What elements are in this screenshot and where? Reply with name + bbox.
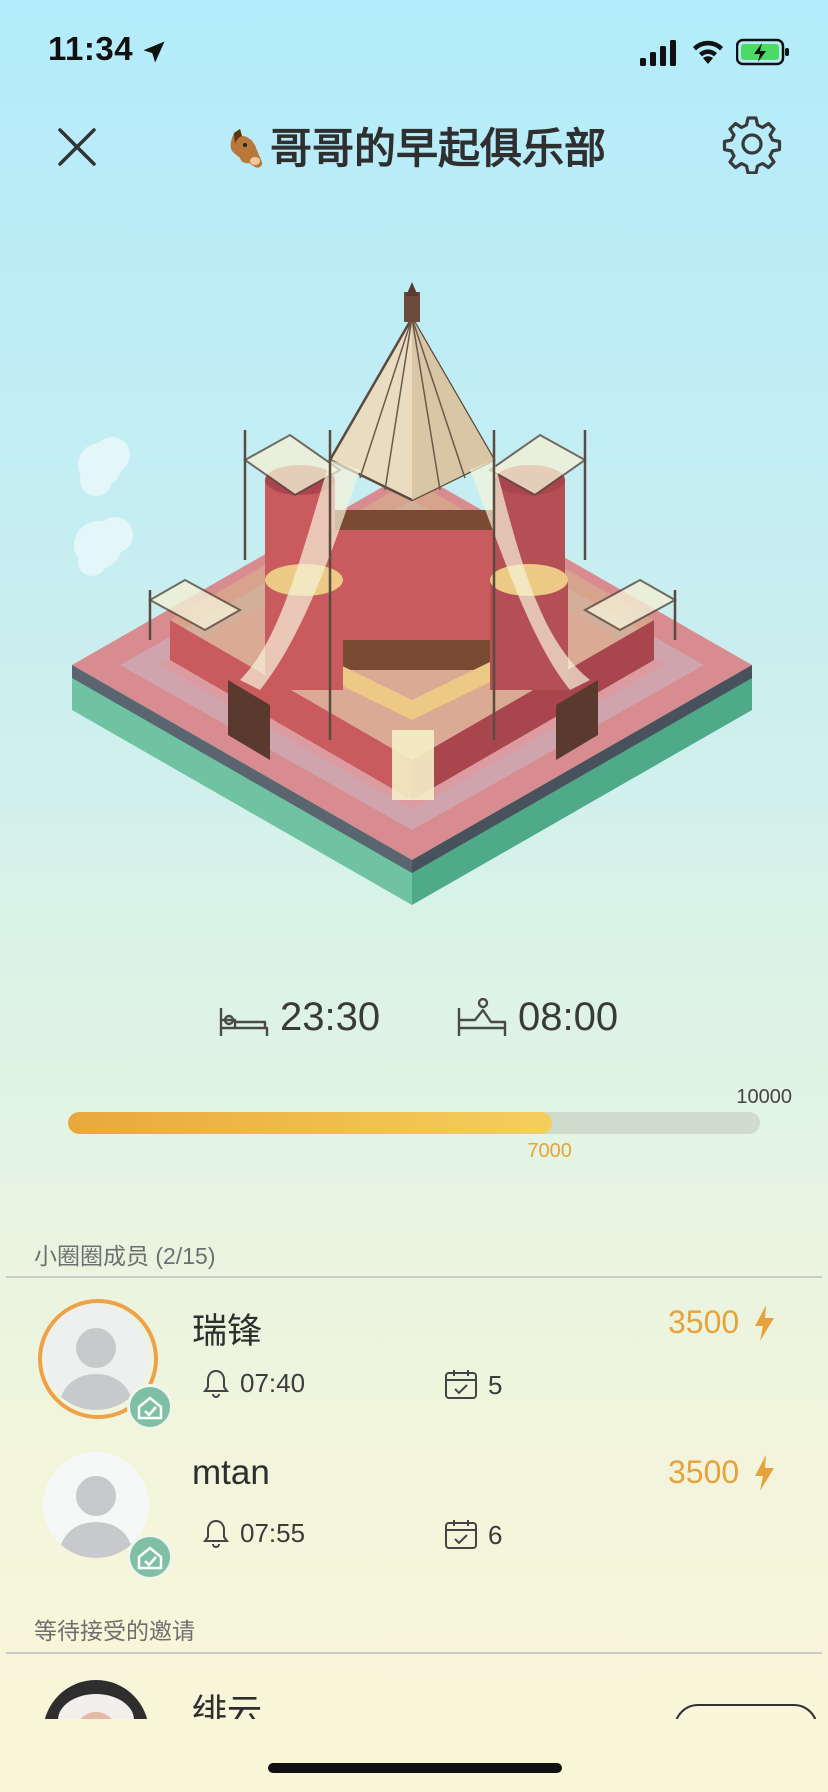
lightning-icon — [755, 1455, 774, 1491]
member-checkins: 5 — [444, 1368, 502, 1401]
member-alarm: 07:40 — [202, 1368, 305, 1399]
member-name: mtan — [192, 1453, 270, 1492]
progress-bar — [68, 1112, 760, 1134]
invites-divider — [6, 1652, 822, 1654]
cellular-signal-icon — [640, 40, 676, 66]
settings-gear-button[interactable] — [722, 114, 782, 174]
member-row[interactable]: mtan 3500 07:55 6 — [0, 1440, 828, 1590]
members-divider — [6, 1276, 822, 1278]
progress-bar-fill — [68, 1112, 553, 1134]
progress-max-label: 10000 — [736, 1086, 792, 1108]
bed-icon — [219, 1008, 269, 1036]
member-alarm-time: 07:55 — [240, 1518, 306, 1548]
invite-row[interactable]: 绯云 — [0, 1662, 828, 1719]
invite-action-button[interactable] — [674, 1704, 818, 1719]
lightning-icon — [755, 1305, 774, 1341]
status-time: 11:34 — [48, 30, 134, 67]
bedtime-value: 23:30 — [280, 995, 381, 1039]
page-title-text: 哥哥的早起俱乐部 — [269, 125, 606, 172]
members-section-label: 小圈圈成员 (2/15) — [34, 1243, 216, 1269]
bedtime-display: 23:30 — [218, 995, 380, 1040]
location-arrow-icon — [143, 41, 165, 63]
member-checkin-count: 5 — [488, 1370, 503, 1400]
wake-time-value: 08:00 — [518, 995, 619, 1039]
invites-section-label: 等待接受的邀请 — [34, 1618, 195, 1644]
progress-current-label: 7000 — [527, 1140, 572, 1162]
member-checkin-count: 6 — [488, 1520, 503, 1550]
home-indicator[interactable] — [268, 1763, 562, 1773]
calendar-check-icon — [445, 1370, 477, 1399]
member-checkins: 6 — [444, 1518, 502, 1551]
wifi-icon — [693, 40, 723, 64]
battery-charging-icon — [736, 38, 789, 66]
member-row[interactable]: 瑞锋 3500 07:40 5 — [0, 1290, 828, 1440]
calendar-check-icon — [445, 1520, 477, 1549]
member-alarm-time: 07:40 — [240, 1368, 306, 1398]
cathedral-building-illustration — [72, 282, 752, 905]
bell-icon — [203, 1519, 229, 1548]
horse-face-icon — [230, 129, 263, 168]
wake-up-bed-icon — [457, 997, 507, 1036]
checked-in-badge-icon — [127, 1384, 173, 1430]
member-alarm: 07:55 — [202, 1518, 305, 1549]
member-score: 3500 — [668, 1304, 740, 1340]
member-score: 3500 — [668, 1454, 740, 1490]
bell-icon — [203, 1369, 229, 1398]
page-title: 哥哥的早起俱乐部 — [0, 115, 828, 176]
avatar[interactable] — [43, 1680, 149, 1719]
wake-time-display: 08:00 — [456, 995, 618, 1040]
checked-in-badge-icon — [127, 1534, 173, 1580]
invitee-name: 绯云 — [192, 1693, 263, 1719]
member-name: 瑞锋 — [192, 1312, 263, 1351]
user-photo — [43, 1680, 149, 1719]
